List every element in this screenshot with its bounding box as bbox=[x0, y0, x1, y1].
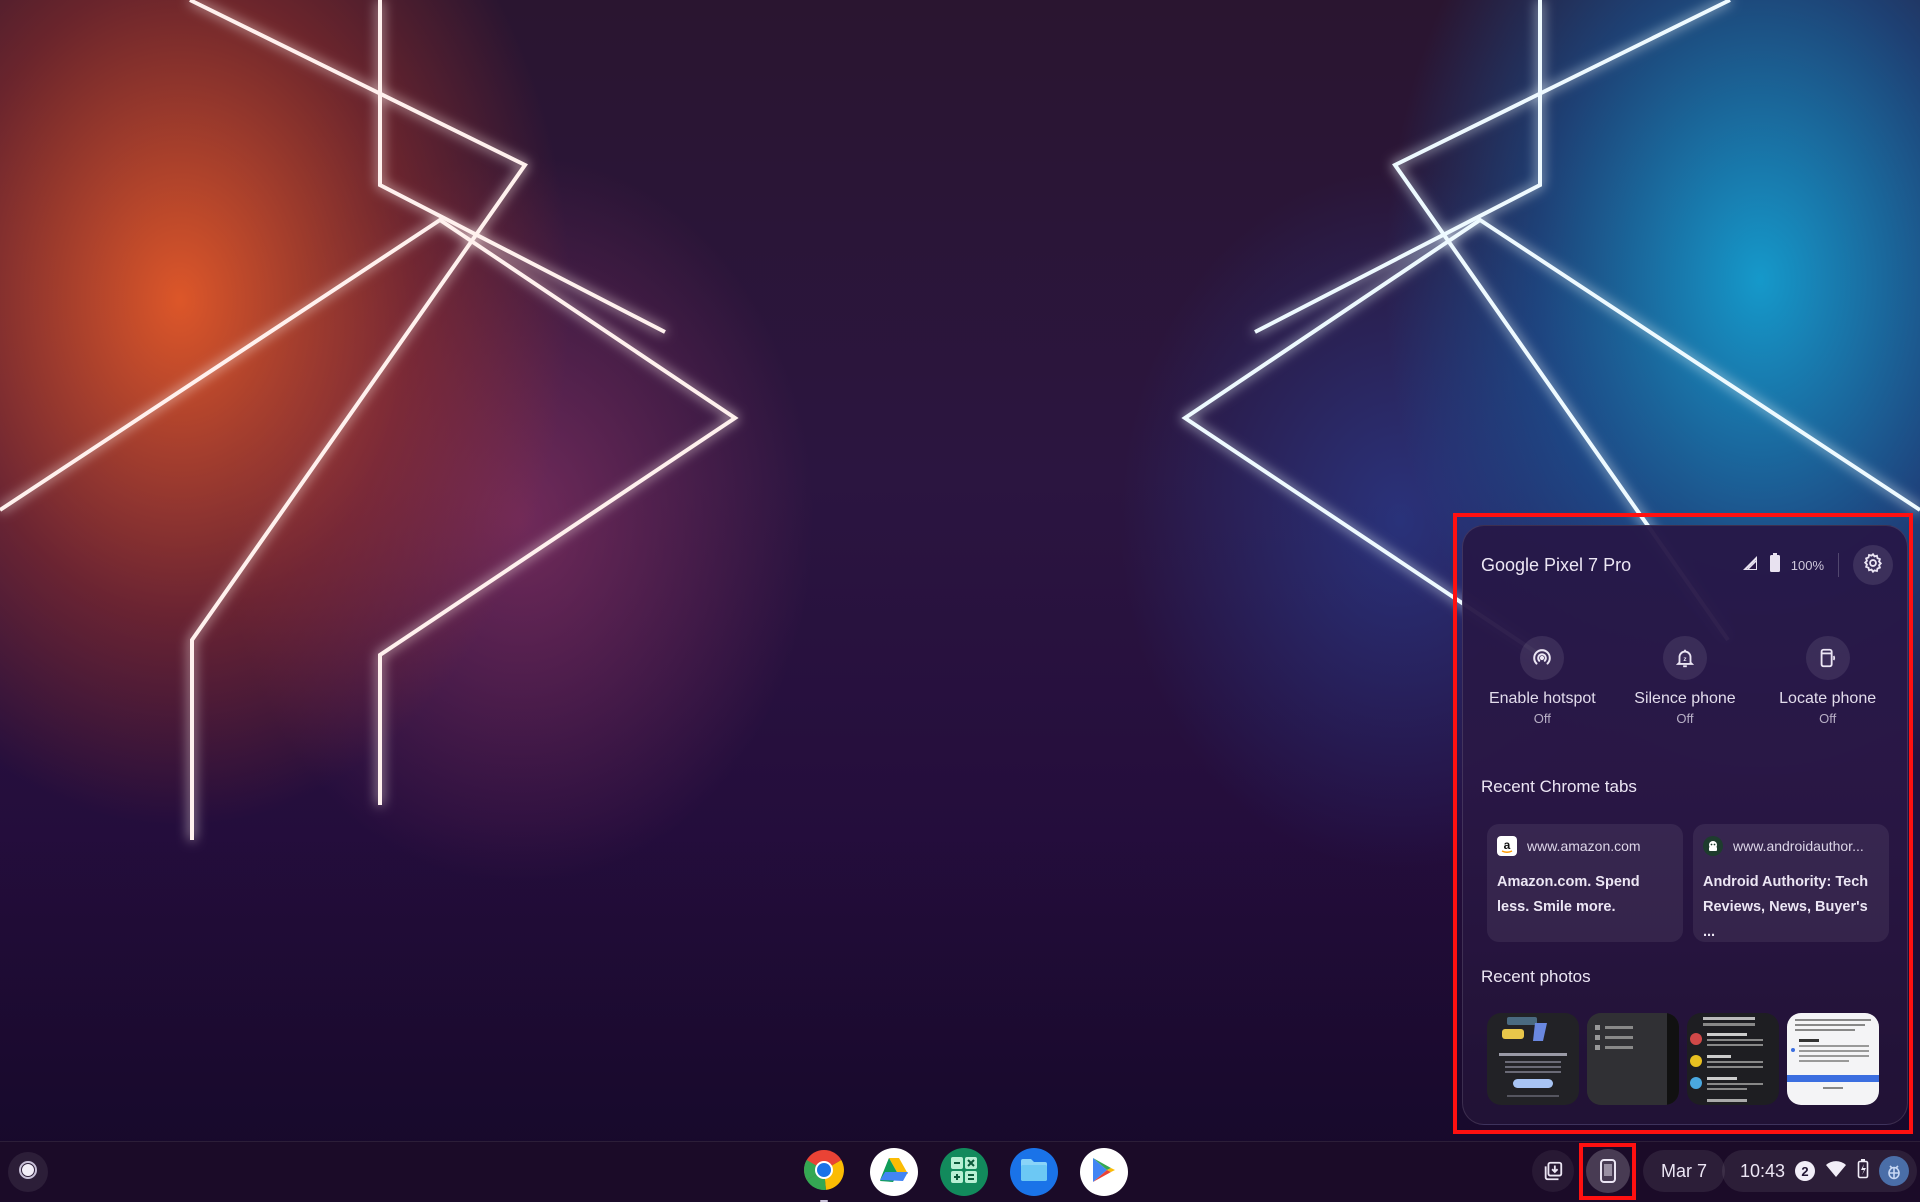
feature-label: Locate phone bbox=[1779, 690, 1877, 707]
calculator-app-button[interactable] bbox=[940, 1148, 988, 1196]
drive-app-button[interactable] bbox=[870, 1148, 918, 1196]
launcher-button[interactable] bbox=[8, 1152, 48, 1192]
drive-icon bbox=[879, 1156, 909, 1189]
device-name: Google Pixel 7 Pro bbox=[1481, 554, 1632, 575]
chrome-icon bbox=[802, 1148, 846, 1197]
phone-icon bbox=[1586, 1149, 1630, 1193]
recent-photos-heading: Recent photos bbox=[1481, 967, 1591, 986]
avatar bbox=[1879, 1156, 1910, 1186]
recent-tab-card[interactable]: www.androidauthor... Android Authority: … bbox=[1693, 824, 1889, 942]
status-area: 10:43 2 bbox=[1722, 1150, 1918, 1192]
locate-phone-toggle[interactable]: Locate phone Off bbox=[1763, 636, 1893, 726]
tab-site: www.androidauthor... bbox=[1703, 836, 1879, 856]
phone-hub-button[interactable] bbox=[1586, 1149, 1630, 1193]
holding-space-button[interactable] bbox=[1532, 1150, 1574, 1192]
recent-photo[interactable] bbox=[1487, 1013, 1579, 1105]
feature-label: Enable hotspot bbox=[1488, 690, 1596, 707]
holding-space-icon bbox=[1532, 1150, 1574, 1192]
recent-tabs-list: a www.amazon.com Amazon.com. Spend less.… bbox=[1487, 824, 1889, 942]
recent-photo[interactable] bbox=[1787, 1013, 1879, 1105]
phone-battery-percent: 100% bbox=[1790, 557, 1824, 573]
files-icon bbox=[1019, 1157, 1049, 1188]
recent-photo[interactable] bbox=[1587, 1013, 1679, 1105]
launcher-icon bbox=[18, 1160, 38, 1185]
feature-label: Silence phone bbox=[1634, 690, 1736, 707]
shelf: Mar 7 10:43 2 bbox=[0, 1141, 1920, 1202]
battery-icon bbox=[1769, 552, 1781, 578]
pinned-apps bbox=[800, 1148, 1128, 1202]
play-store-app-button[interactable] bbox=[1080, 1148, 1128, 1196]
feature-state: Off bbox=[1533, 711, 1551, 726]
play-store-icon bbox=[1091, 1156, 1117, 1189]
notification-counter: 2 bbox=[1795, 1161, 1816, 1181]
silence-phone-toggle[interactable]: z Silence phone Off bbox=[1620, 636, 1750, 726]
enable-hotspot-toggle[interactable]: Enable hotspot Off bbox=[1477, 636, 1607, 726]
wifi-icon bbox=[1825, 1160, 1847, 1183]
feature-state: Off bbox=[1676, 711, 1694, 726]
phone-hub-settings-button[interactable] bbox=[1853, 545, 1893, 585]
phone-hub-header: Google Pixel 7 Pro 100% bbox=[1481, 540, 1893, 590]
files-app-button[interactable] bbox=[1010, 1148, 1058, 1196]
clock-time: 10:43 bbox=[1740, 1160, 1786, 1181]
tab-title: Amazon.com. Spend less. Smile more. bbox=[1497, 874, 1640, 915]
androidauthority-favicon bbox=[1703, 836, 1723, 856]
divider bbox=[1838, 553, 1839, 577]
amazon-favicon: a bbox=[1497, 836, 1517, 856]
signal-icon bbox=[1741, 554, 1759, 577]
tab-site: a www.amazon.com bbox=[1497, 836, 1673, 856]
chrome-app-button[interactable] bbox=[800, 1148, 848, 1202]
locate-phone-icon bbox=[1805, 636, 1850, 680]
feature-state: Off bbox=[1819, 711, 1837, 726]
recent-tab-card[interactable]: a www.amazon.com Amazon.com. Spend less.… bbox=[1487, 824, 1683, 942]
silence-phone-icon: z bbox=[1662, 636, 1707, 680]
recent-photos-list bbox=[1487, 1013, 1889, 1105]
recent-photo[interactable] bbox=[1687, 1013, 1779, 1105]
gear-icon bbox=[1862, 552, 1884, 579]
tab-url: www.amazon.com bbox=[1527, 838, 1641, 854]
tab-url: www.androidauthor... bbox=[1733, 838, 1864, 854]
phone-hub-panel: Google Pixel 7 Pro 100% Enable hotspot O… bbox=[1462, 525, 1908, 1125]
svg-text:a: a bbox=[1504, 838, 1511, 852]
quick-actions: Enable hotspot Off z Silence phone Off L… bbox=[1463, 636, 1907, 726]
calculator-icon bbox=[949, 1155, 979, 1190]
svg-text:z: z bbox=[1683, 656, 1686, 663]
phone-status: 100% bbox=[1741, 552, 1824, 578]
hotspot-icon bbox=[1520, 636, 1565, 680]
recent-tabs-heading: Recent Chrome tabs bbox=[1481, 777, 1637, 796]
tab-title: Android Authority: Tech Reviews, News, B… bbox=[1703, 874, 1869, 940]
date-label: Mar 7 bbox=[1643, 1150, 1726, 1192]
battery-charging-icon bbox=[1857, 1158, 1869, 1184]
status-area-button[interactable]: 10:43 2 bbox=[1722, 1150, 1918, 1192]
date-tray-button[interactable]: Mar 7 bbox=[1643, 1150, 1726, 1192]
